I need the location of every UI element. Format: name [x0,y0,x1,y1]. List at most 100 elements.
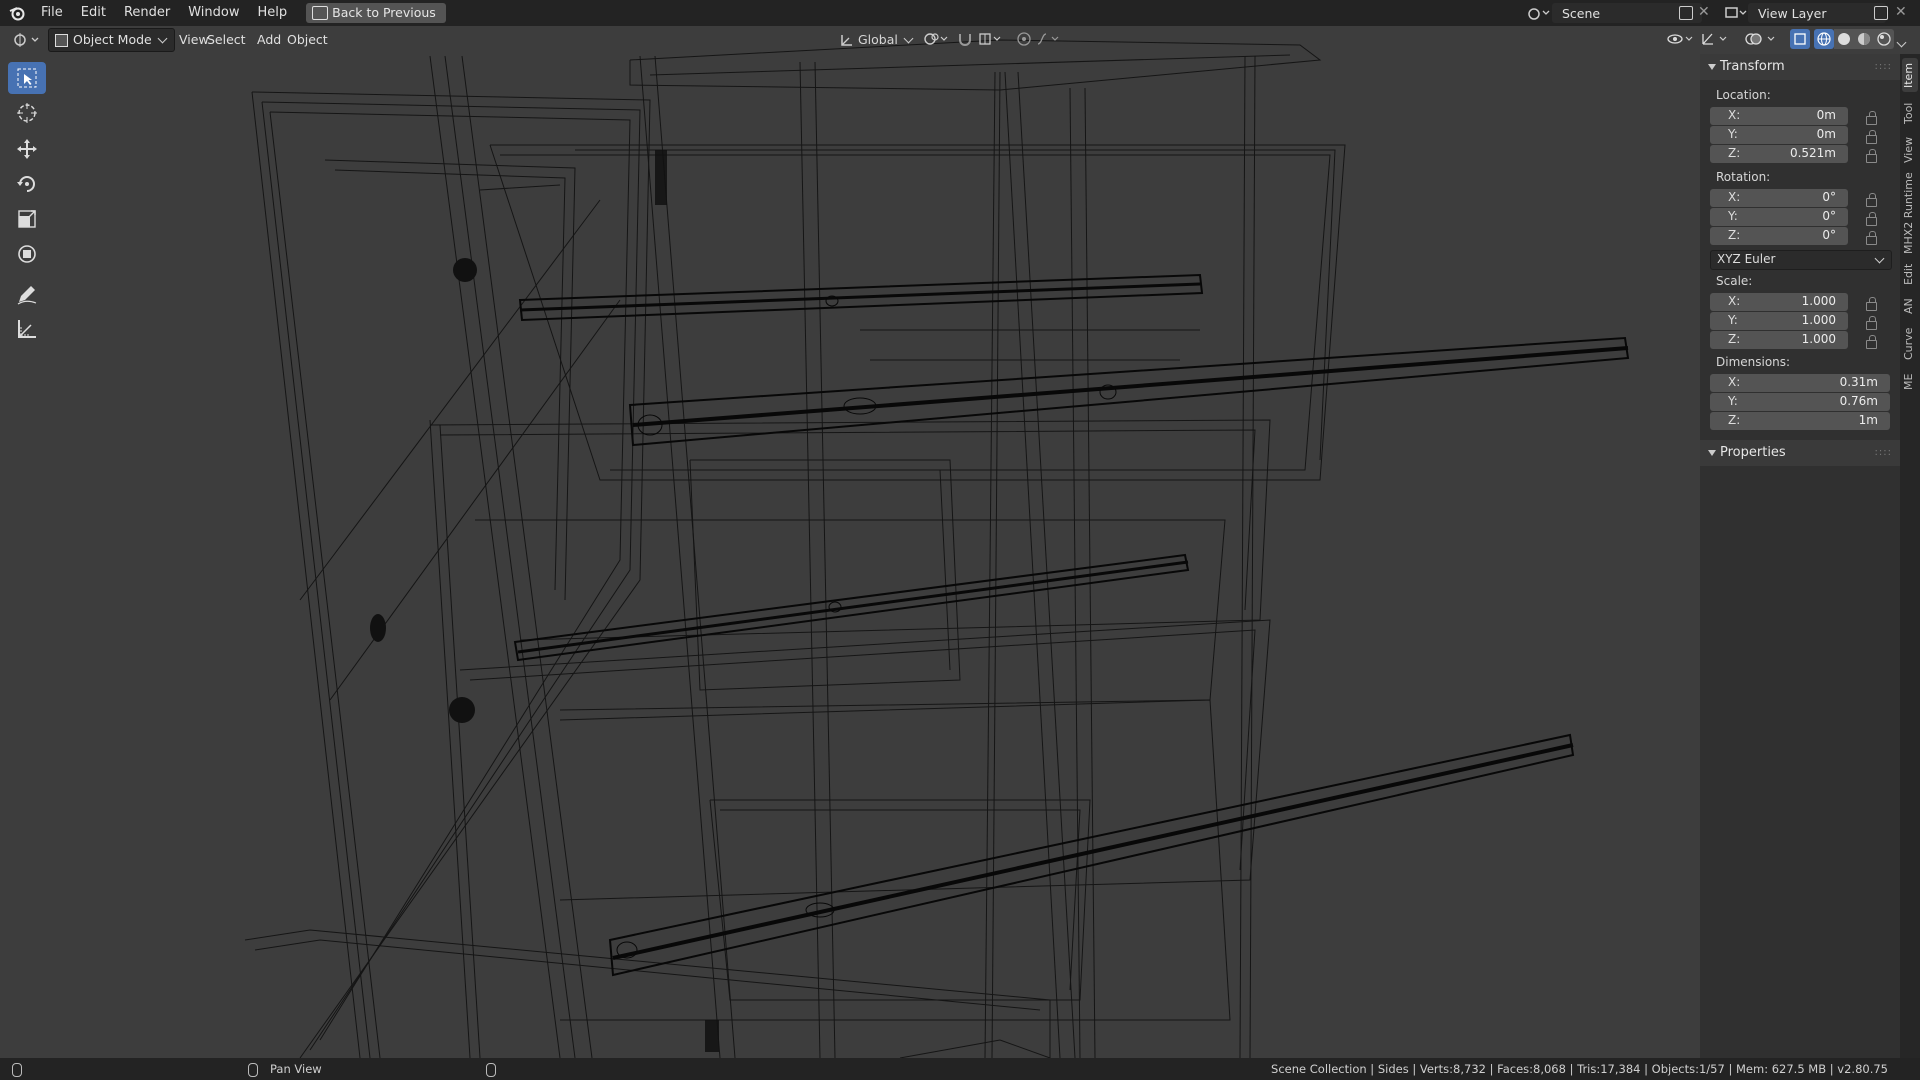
delete-view-layer-icon[interactable]: ✕ [1895,4,1907,20]
properties-panel-header[interactable]: Properties :::: [1700,440,1900,466]
lock-icon[interactable] [1866,335,1877,349]
dimensions-z-field[interactable]: Z: 1m [1710,412,1890,430]
tab-tool[interactable]: Tool [1902,98,1918,128]
tab-an[interactable]: AN [1902,294,1918,318]
shading-wireframe-icon[interactable] [1814,29,1834,49]
lock-icon[interactable] [1866,193,1877,207]
viewport-header: Object Mode View Select Add Object Globa… [0,26,1920,54]
select-box-tool[interactable] [8,62,46,94]
annotate-tool[interactable] [8,278,46,310]
orientation-label: Global [858,32,898,47]
sidebar-tabs: Item Tool View MHX2 Runtime Edit AN Curv… [1900,54,1920,1058]
rotation-y-field[interactable]: Y: 0° [1710,208,1848,226]
overlays-icon[interactable] [1744,31,1780,47]
mouse-left-icon [12,1063,22,1077]
rotation-x-field[interactable]: X: 0° [1710,189,1848,207]
lock-icon[interactable] [1866,149,1877,163]
cursor-tool[interactable] [8,97,46,129]
shading-options-icon[interactable] [1896,35,1907,50]
transform-icon [18,245,36,263]
xray-toggle-icon[interactable] [1790,29,1810,49]
transform-panel-header[interactable]: Transform :::: [1700,54,1900,80]
viewport-wireframe[interactable] [0,0,1700,1058]
tab-me[interactable]: ME [1902,370,1918,394]
menu-file[interactable]: File [32,0,72,26]
tab-view[interactable]: View [1902,134,1918,166]
lock-icon[interactable] [1866,316,1877,330]
rotate-tool[interactable] [8,168,46,200]
location-y-field[interactable]: Y: 0m [1710,126,1848,144]
location-z-field[interactable]: Z: 0.521m [1710,145,1848,163]
dimensions-y-field[interactable]: Y: 0.76m [1710,393,1890,411]
blender-logo-icon[interactable] [8,4,26,22]
top-menu-bar: File Edit Render Window Help Back to Pre… [0,0,1920,26]
annotate-icon [17,286,37,305]
object-mode-icon [55,34,68,47]
view-layer-icon[interactable] [1724,5,1748,21]
scale-x-field[interactable]: X: 1.000 [1710,293,1848,311]
tab-mhx2-runtime[interactable]: MHX2 Runtime [1902,172,1918,254]
transform-orientation-dropdown[interactable]: Global [838,29,914,51]
menu-render[interactable]: Render [115,0,179,26]
back-to-previous-button[interactable]: Back to Previous [306,3,446,23]
menu-edit[interactable]: Edit [72,0,115,26]
object-mode-dropdown[interactable]: Object Mode [48,28,175,52]
lock-icon[interactable] [1866,130,1877,144]
scene-statistics: Scene Collection | Sides | Verts:8,732 |… [1271,1062,1888,1076]
location-x-field[interactable]: X: 0m [1710,107,1848,125]
lock-icon[interactable] [1866,231,1877,245]
move-icon [17,139,37,159]
snap-element-icon[interactable] [978,31,1006,47]
scale-y-field[interactable]: Y: 1.000 [1710,312,1848,330]
menu-select[interactable]: Select [200,29,253,51]
dimensions-x-field[interactable]: X: 0.31m [1710,374,1890,392]
mouse-middle-icon [248,1063,258,1077]
scale-tool[interactable] [8,203,46,235]
menu-window[interactable]: Window [179,0,248,26]
scale-label: Scale: [1716,274,1753,288]
tab-edit[interactable]: Edit [1902,260,1918,288]
lock-icon[interactable] [1866,111,1877,125]
tab-curve[interactable]: Curve [1902,324,1918,364]
shading-solid-icon[interactable] [1834,29,1854,49]
location-label: Location: [1716,88,1771,102]
shading-material-icon[interactable] [1854,29,1874,49]
properties-panel-title: Properties [1720,445,1786,460]
tab-item[interactable]: Item [1902,58,1918,92]
lock-icon[interactable] [1866,297,1877,311]
new-view-layer-icon[interactable] [1874,6,1888,20]
drag-handle-icon[interactable]: :::: [1875,54,1892,80]
editor-type-icon[interactable] [12,32,42,48]
proportional-editing-icon[interactable] [1016,31,1032,47]
object-mode-label: Object Mode [73,32,152,47]
disclosure-triangle-icon [1708,64,1716,70]
rotation-z-field[interactable]: Z: 0° [1710,227,1848,245]
scale-z-field[interactable]: Z: 1.000 [1710,331,1848,349]
scene-type-icon[interactable] [1526,5,1550,21]
gizmo-icon[interactable] [1700,31,1730,47]
drag-handle-icon[interactable]: :::: [1875,440,1892,466]
rotation-mode-dropdown[interactable]: XYZ Euler [1710,250,1892,270]
sidebar-n-panel: Transform :::: Location: X: 0m Y: 0m Z: 0.5… [1700,54,1900,1058]
back-to-previous-label: Back to Previous [332,5,436,20]
transform-tool[interactable] [8,238,46,270]
rotation-mode-label: XYZ Euler [1717,252,1776,266]
delete-scene-icon[interactable]: ✕ [1698,4,1710,20]
menu-object[interactable]: Object [280,29,335,51]
chevron-down-icon [903,33,914,44]
visibility-icon[interactable] [1666,31,1696,47]
scene-name: Scene [1562,5,1601,21]
select-box-icon [17,68,37,88]
shading-rendered-icon[interactable] [1874,29,1894,49]
measure-tool[interactable] [8,313,46,345]
cursor-icon [17,103,37,123]
lock-icon[interactable] [1866,212,1877,226]
status-bar: Pan View Scene Collection | Sides | Vert… [0,1058,1920,1080]
menu-help[interactable]: Help [249,0,297,26]
snap-icon[interactable] [957,31,973,47]
view-layer-selector[interactable]: View Layer [1748,3,1886,23]
falloff-icon[interactable] [1036,31,1064,47]
pivot-point-icon[interactable] [923,31,949,47]
new-scene-icon[interactable] [1679,6,1693,20]
move-tool[interactable] [8,133,46,165]
